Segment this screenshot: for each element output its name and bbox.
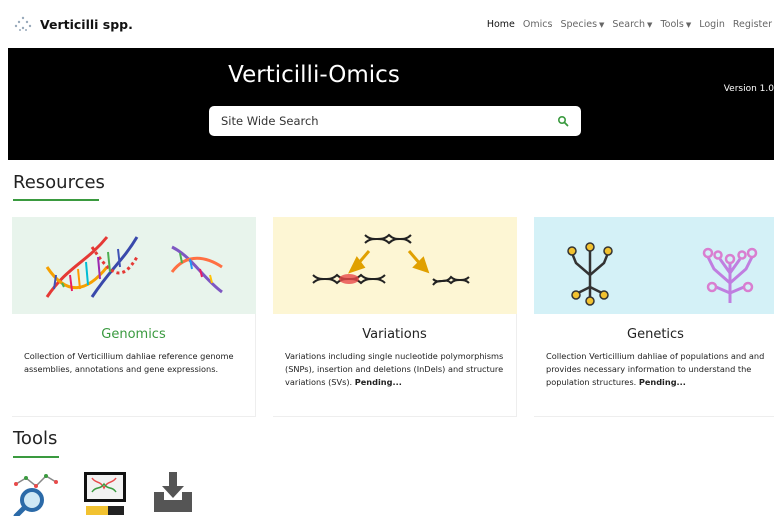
- nav-home[interactable]: Home: [487, 19, 515, 30]
- nav-tools-label: Tools: [660, 19, 684, 30]
- caret-down-icon: ▼: [685, 21, 692, 29]
- main-nav: Home Omics Species ▼ Search ▼ Tools ▼ Login…: [487, 19, 772, 30]
- variations-title[interactable]: Variations: [273, 327, 516, 342]
- nav-omics[interactable]: Omics: [523, 19, 553, 30]
- variations-description: Variations including single nucleotide p…: [285, 350, 507, 389]
- nav-search-label: Search: [612, 19, 646, 30]
- nav-login[interactable]: Login: [699, 19, 725, 30]
- variations-pending: Pending...: [354, 377, 402, 387]
- genomics-description-text: Collection of Verticillium dahliae refer…: [24, 351, 234, 374]
- site-search-input[interactable]: Site Wide Search: [209, 106, 581, 136]
- resources-underline: [13, 199, 99, 201]
- genomics-title[interactable]: Genomics: [12, 327, 255, 342]
- brand[interactable]: Verticilli spp.: [12, 14, 133, 34]
- genetics-description: Collection Verticillium dahliae of popul…: [546, 350, 768, 389]
- resources-heading: Resources: [13, 172, 105, 193]
- caret-down-icon: ▼: [647, 21, 653, 29]
- download-tool-icon[interactable]: [148, 470, 198, 516]
- variation-dna-icon: [312, 233, 470, 286]
- site-title: Verticilli-Omics: [228, 62, 400, 88]
- nav-species[interactable]: Species ▼: [560, 19, 604, 30]
- version-label: Version 1.0: [723, 84, 774, 94]
- genetics-title[interactable]: Genetics: [534, 327, 774, 342]
- search-icon[interactable]: [557, 115, 569, 127]
- genomics-card[interactable]: Genomics Collection of Verticillium dahl…: [12, 217, 256, 417]
- genome-browser-tool-icon[interactable]: [80, 470, 130, 516]
- genomics-description: Collection of Verticillium dahliae refer…: [24, 350, 246, 376]
- genomics-image: [12, 217, 256, 314]
- genetics-pending: Pending...: [638, 377, 686, 387]
- hero-banner: Verticilli-Omics Version 1.0 Site Wide S…: [8, 48, 774, 160]
- nav-search[interactable]: Search ▼: [612, 19, 652, 30]
- dna-icon: [45, 236, 223, 298]
- tools-heading: Tools: [13, 428, 58, 449]
- navbar: Verticilli spp. Home Omics Species ▼ Sear…: [0, 0, 774, 48]
- tools-list: [12, 470, 198, 516]
- nav-species-label: Species: [560, 19, 598, 30]
- search-tool-icon[interactable]: [12, 470, 62, 516]
- mutation-marker: [339, 274, 359, 284]
- genetics-card[interactable]: Genetics Collection Verticillium dahliae…: [534, 217, 774, 417]
- genetics-image: [534, 217, 774, 314]
- variations-card[interactable]: Variations Variations including single n…: [273, 217, 517, 417]
- search-placeholder: Site Wide Search: [221, 114, 319, 128]
- caret-down-icon: ▼: [599, 21, 605, 29]
- nav-tools[interactable]: Tools ▼: [660, 19, 691, 30]
- variations-image: [273, 217, 517, 314]
- population-tree-icon: [567, 242, 758, 306]
- nav-register[interactable]: Register: [733, 19, 772, 30]
- brand-name: Verticilli spp.: [40, 16, 133, 32]
- tools-underline: [13, 456, 59, 458]
- brand-logo-icon: [14, 16, 32, 31]
